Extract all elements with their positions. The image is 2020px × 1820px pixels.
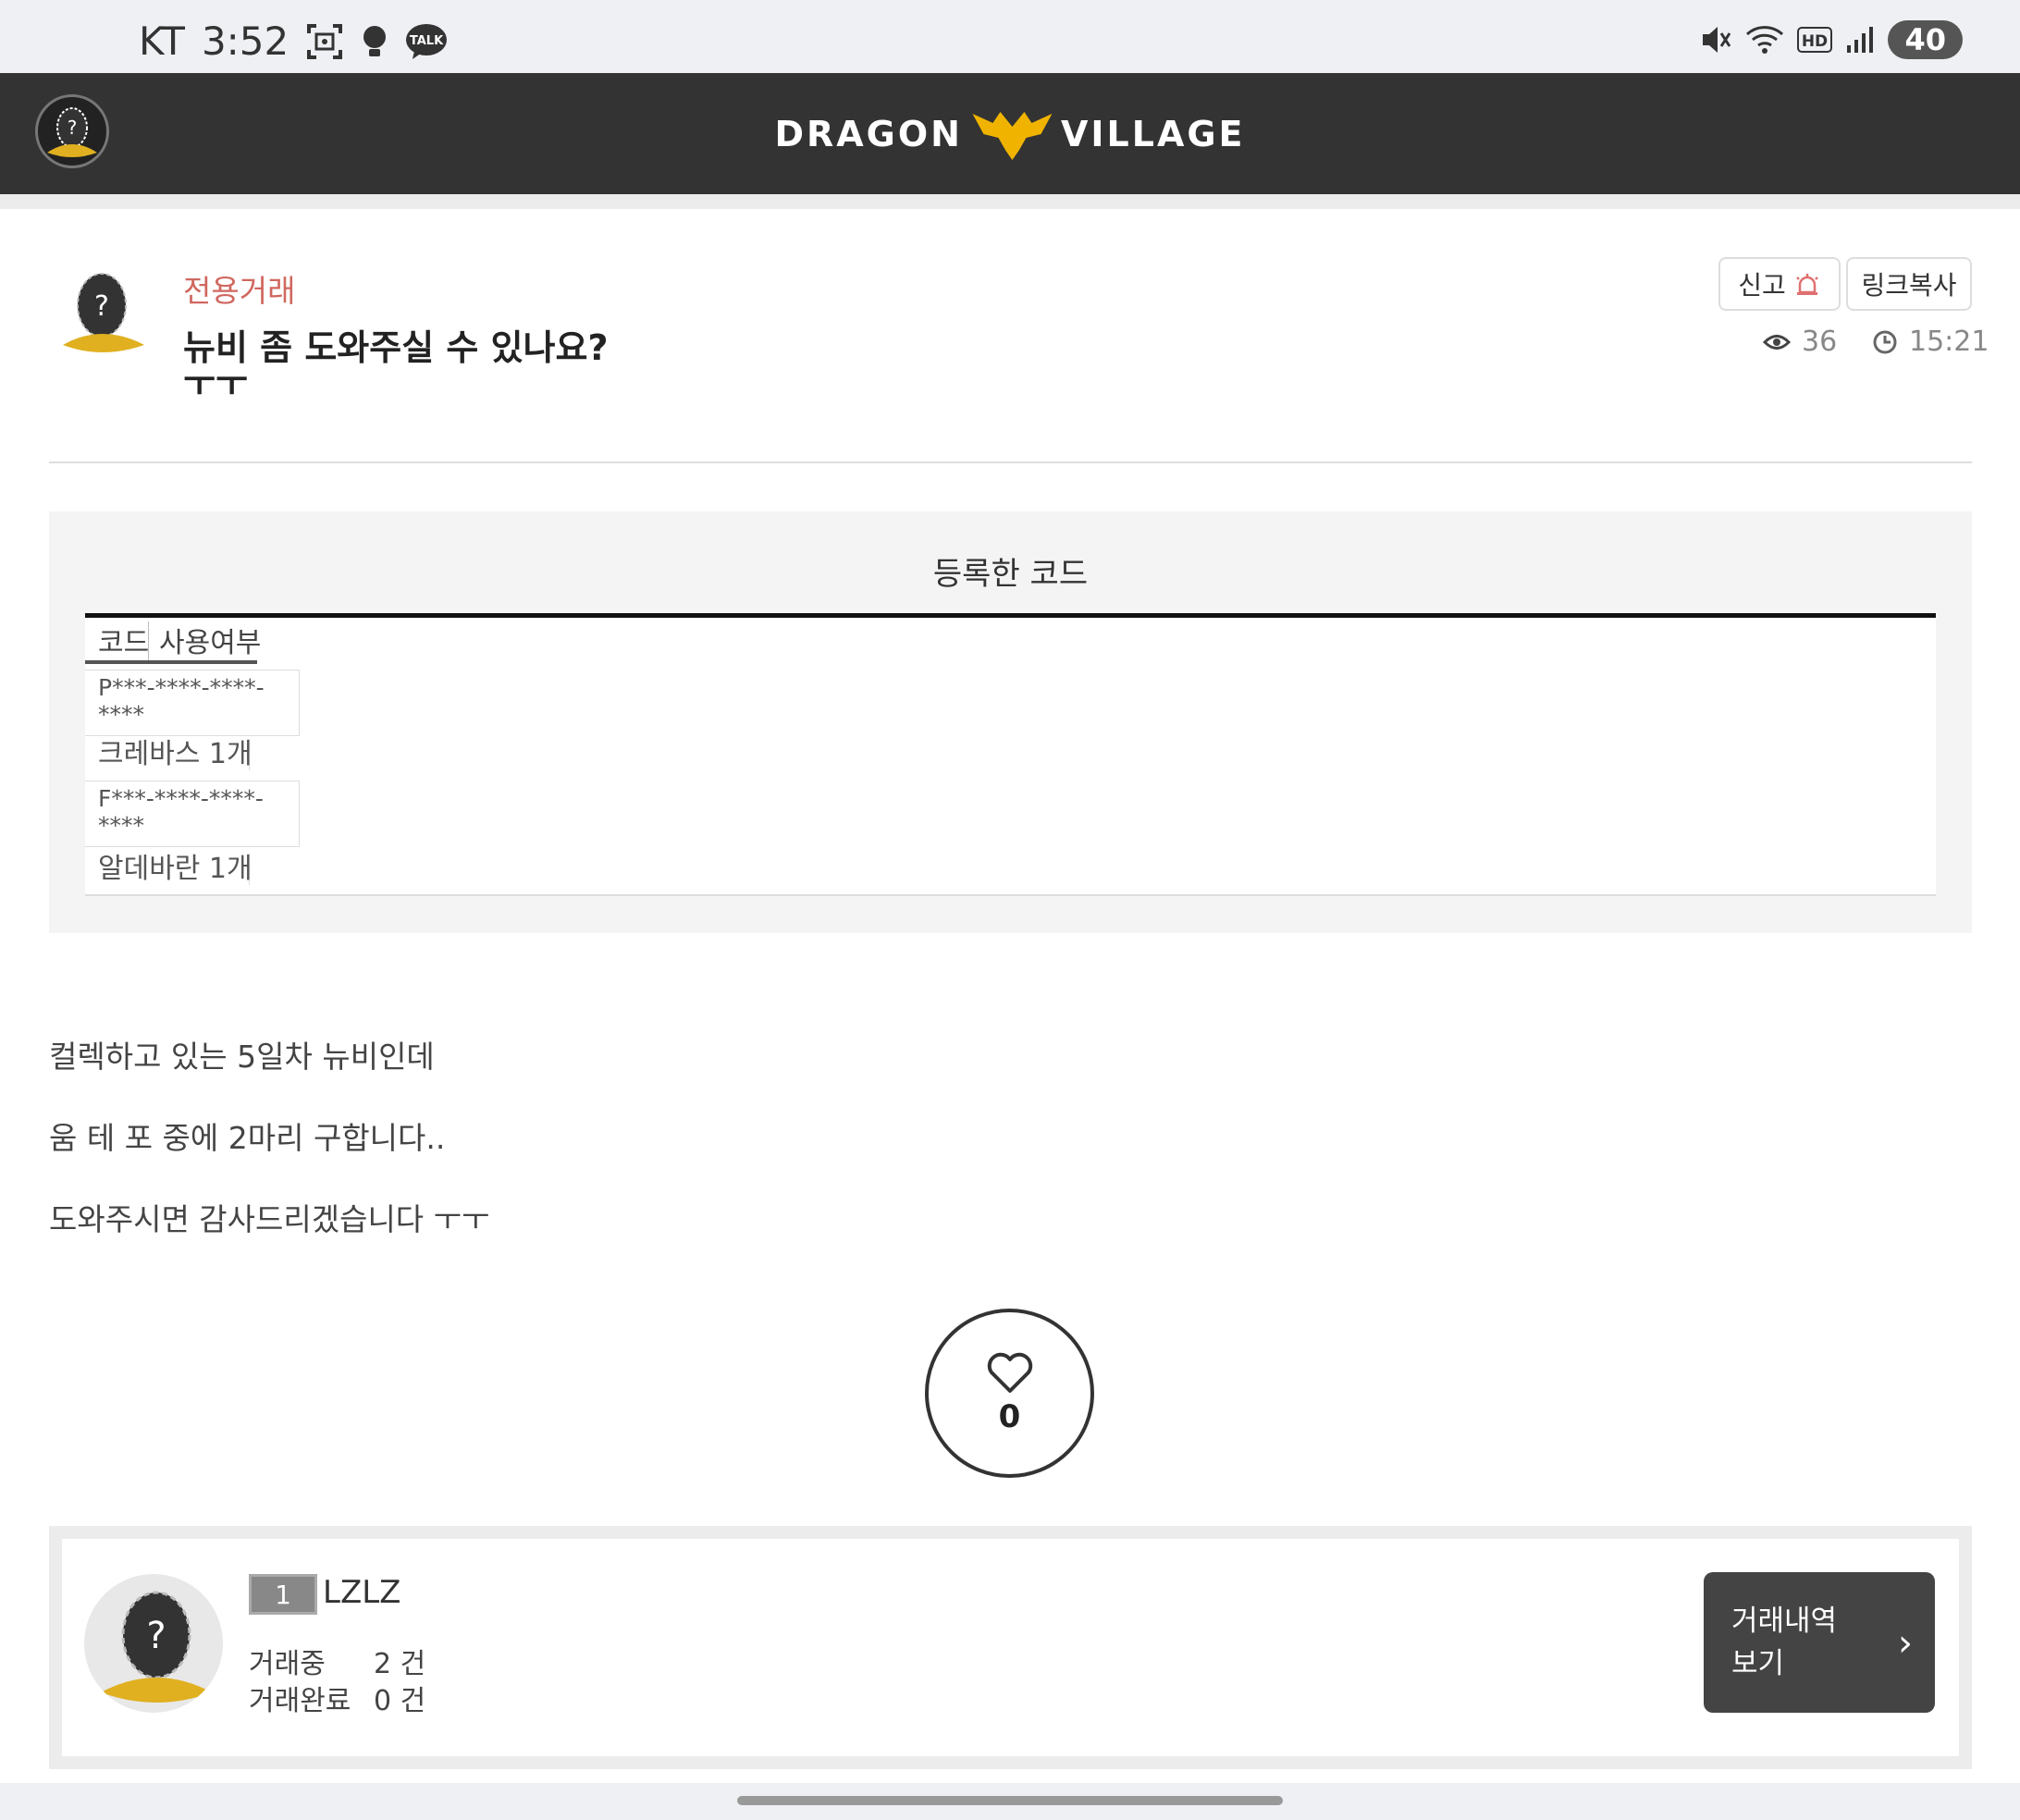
hd-label: HD	[1802, 32, 1828, 51]
like-count: 0	[998, 1397, 1021, 1435]
trade-history-button[interactable]: 거래내역 보기 ›	[1704, 1572, 1935, 1713]
body-paragraph: 움 테 포 중에 2마리 구합니다..	[49, 1120, 446, 1156]
code-cell: P***-****-****-****	[85, 670, 300, 736]
clock-icon	[1873, 330, 1897, 353]
carrier: KT	[139, 18, 185, 64]
egg-avatar-icon: ?	[63, 273, 144, 352]
screenshot-icon	[305, 22, 344, 61]
navigation-bar	[0, 1783, 2020, 1820]
column-header-used: 사용여부	[159, 627, 262, 659]
status-bar: KT 3:52 TALK HD 40	[0, 0, 2020, 73]
completed-value: 0 건	[374, 1685, 426, 1717]
signal-icon	[1845, 25, 1875, 55]
post-category: 전용거래	[183, 273, 296, 309]
profile-avatar-button[interactable]: ?	[35, 94, 109, 168]
column-header-code: 코드	[98, 627, 150, 659]
author-name: LZLZ	[323, 1574, 401, 1611]
kakaotalk-icon: TALK	[405, 23, 448, 60]
trading-label: 거래중	[249, 1648, 326, 1680]
svg-text:?: ?	[68, 117, 78, 139]
gesture-handle[interactable]	[737, 1796, 1283, 1805]
author-card-avatar[interactable]: ?	[84, 1574, 223, 1713]
author-card: ? 1 LZLZ 거래중 2 건 거래완료 0 건 거래내역 보기 ›	[49, 1526, 1972, 1769]
heart-icon	[987, 1352, 1032, 1393]
header-underline	[85, 660, 257, 664]
report-label: 신고	[1738, 270, 1786, 301]
views-value: 36	[1802, 326, 1838, 358]
egg-avatar-icon: ?	[101, 1591, 212, 1703]
author-avatar[interactable]: ?	[57, 264, 150, 365]
column-divider	[148, 621, 149, 660]
item-cell: 크레바스 1개	[85, 739, 252, 770]
registered-codes-box: 등록한 코드 코드 사용여부 P***-****-****-**** 크레바스 …	[49, 511, 1972, 933]
svg-text:?: ?	[94, 290, 109, 323]
status-left: KT 3:52 TALK	[139, 18, 448, 64]
trading-value: 2 건	[374, 1648, 426, 1680]
dragon-emblem-icon	[971, 112, 1052, 160]
bulb-icon	[361, 23, 388, 60]
body-paragraph: 컬렉하고 있는 5일차 뉴비인데	[49, 1039, 435, 1075]
post-title-continued: ㅜㅜ	[183, 372, 248, 400]
codes-table: 코드 사용여부 P***-****-****-**** 크레바스 1개 F***…	[85, 613, 1936, 896]
siren-icon	[1795, 274, 1818, 295]
mute-icon	[1699, 23, 1732, 56]
svg-text:?: ?	[146, 1615, 166, 1657]
completed-label: 거래완료	[249, 1685, 351, 1717]
eye-icon	[1763, 334, 1791, 350]
body-paragraph: 도와주시면 감사드리겠습니다 ㅜㅜ	[49, 1201, 490, 1237]
post-time: 15:21	[1872, 326, 1989, 358]
brand-left: DRAGON	[774, 114, 963, 154]
post-title: 뉴비 좀 도와주실 수 있나요?	[183, 327, 609, 368]
codes-heading: 등록한 코드	[932, 556, 1089, 593]
author-card-inner: ? 1 LZLZ 거래중 2 건 거래완료 0 건 거래내역 보기 ›	[62, 1539, 1959, 1756]
battery-indicator: 40	[1888, 20, 1963, 59]
status-right: HD 40	[1699, 20, 1963, 59]
clock: 3:52	[201, 18, 289, 64]
time-value: 15:21	[1909, 326, 1989, 358]
item-cell: 알데바란 1개	[85, 854, 252, 885]
header-divider	[49, 461, 1972, 463]
report-button[interactable]: 신고	[1718, 257, 1841, 311]
copy-link-button[interactable]: 링크복사	[1846, 257, 1972, 311]
like-button[interactable]: 0	[925, 1309, 1094, 1478]
header-separator	[0, 194, 2020, 209]
app-header: ? DRAGON VILLAGE	[0, 73, 2020, 194]
level-badge: 1	[249, 1574, 317, 1615]
code-cell: F***-****-****-****	[85, 781, 300, 847]
view-count: 36	[1763, 326, 1837, 358]
chevron-right-icon: ›	[1898, 1622, 1913, 1665]
brand-right: VILLAGE	[1060, 114, 1246, 154]
brand-logo[interactable]: DRAGON VILLAGE	[774, 106, 1245, 162]
hd-icon: HD	[1797, 26, 1833, 54]
talk-label: TALK	[410, 34, 444, 48]
egg-avatar-icon: ?	[47, 107, 97, 157]
wifi-icon	[1745, 23, 1784, 56]
